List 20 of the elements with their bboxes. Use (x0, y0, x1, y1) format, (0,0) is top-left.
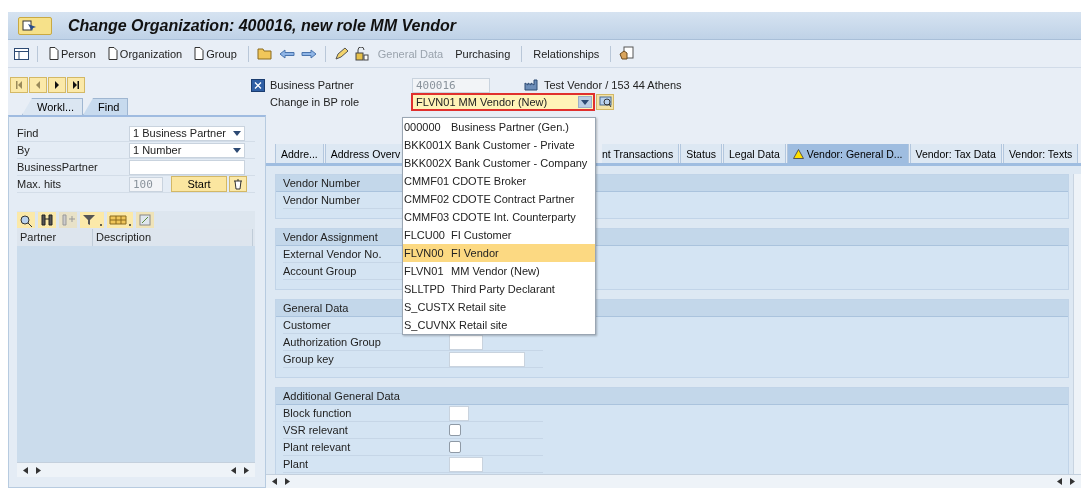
field-label: Change in BP role (269, 96, 361, 108)
field-label: Find (17, 127, 40, 139)
field-label: Customer (283, 319, 331, 331)
field-label: Max. hits (17, 178, 62, 190)
field-label: Plant relevant (283, 441, 351, 453)
partner-description: Test Vendor / 153 44 Athens (544, 79, 682, 91)
field-label: By (17, 144, 31, 156)
field-label: External Vendor No. (283, 248, 382, 260)
field-label: Block function (283, 407, 352, 419)
field-label: Vendor Number (283, 194, 361, 206)
field-label: VSR relevant (283, 424, 348, 436)
field-label: Plant (283, 458, 309, 470)
field-label: Authorization Group (283, 336, 381, 348)
field-label: Business Partner (269, 79, 355, 91)
input-field: 400016 (412, 77, 490, 93)
field-label: Group key (283, 353, 334, 365)
field-label: Account Group (283, 265, 357, 277)
window-title: Change Organization: 400016, new role MM Vendor (68, 16, 456, 35)
group-title: Additional General Data (276, 388, 1068, 405)
field-label: BusinessPartner (17, 161, 99, 173)
